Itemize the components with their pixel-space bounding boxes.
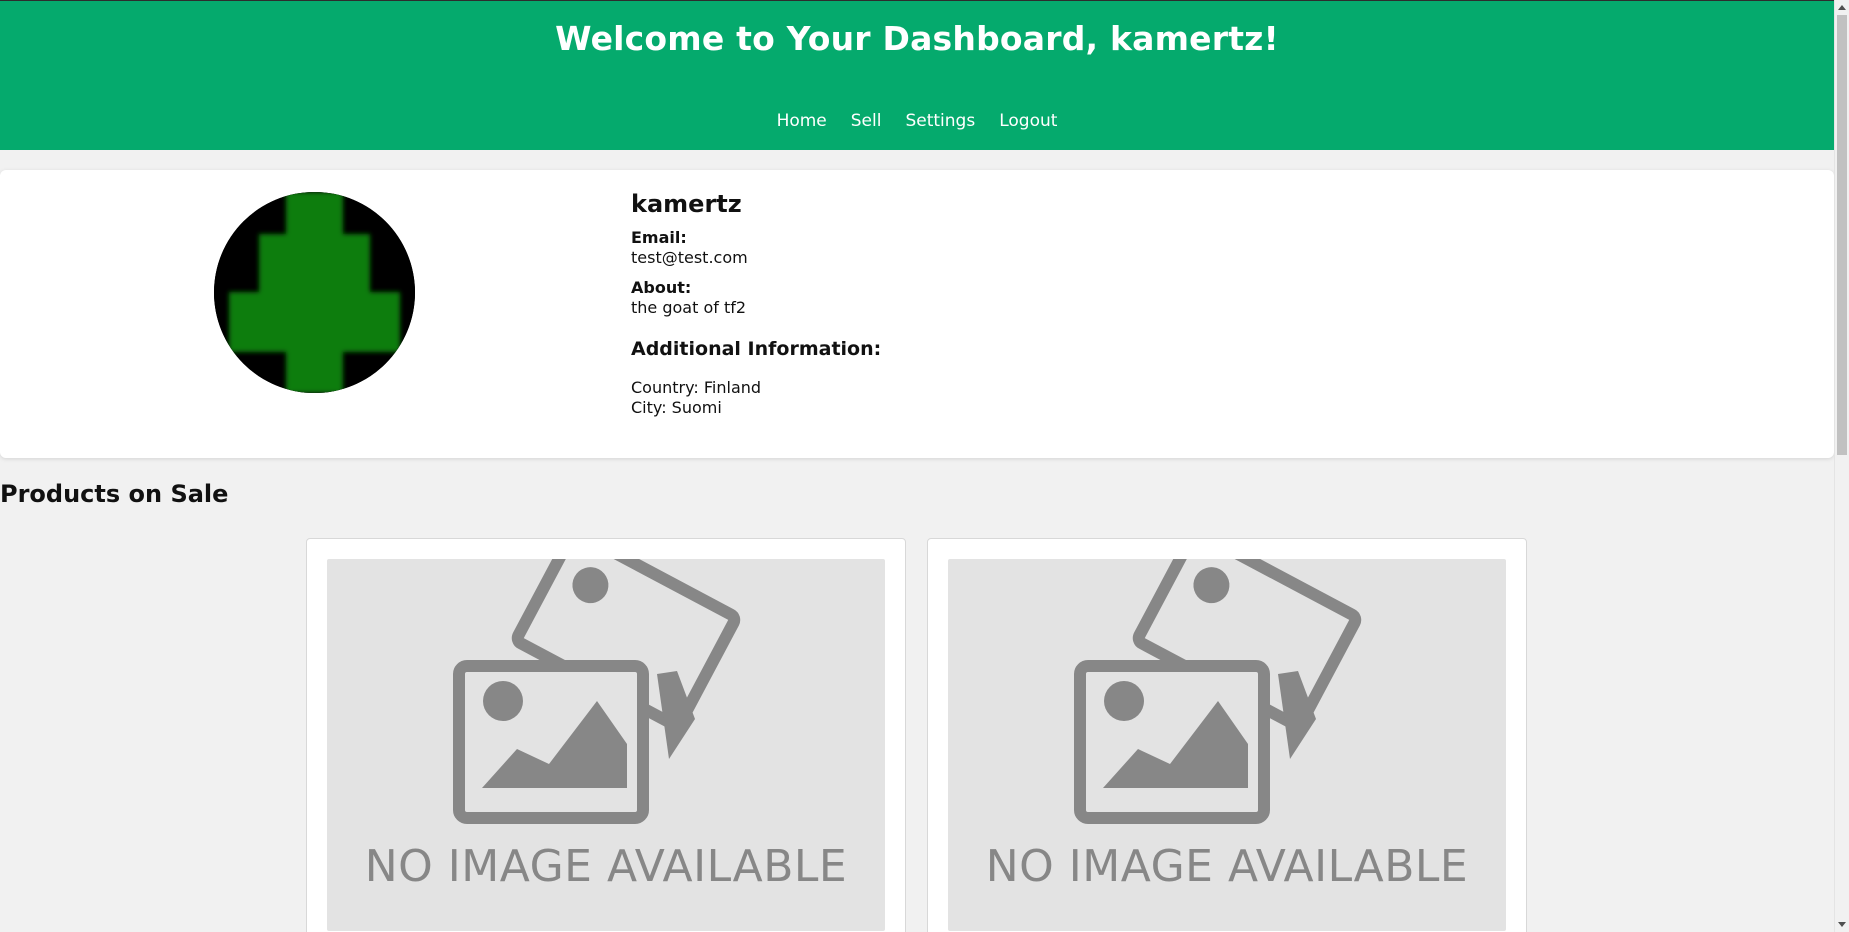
green-pixel-tree-avatar-icon [214,192,415,393]
email-value: test@test.com [631,248,748,267]
nav-logout-link[interactable]: Logout [999,111,1057,131]
country-line: Country: Finland [631,378,762,397]
product-image: NO IMAGE AVAILABLE [948,559,1506,931]
scroll-down-arrow-icon[interactable] [1838,922,1846,927]
city-line: City: Suomi [631,398,722,417]
scrollbar-thumb[interactable] [1837,15,1847,455]
profile-username: kamertz [631,190,742,218]
avatar [214,192,415,393]
nav-settings-link[interactable]: Settings [905,111,975,131]
profile-card: kamertz Email: test@test.com About: the … [0,170,1834,458]
nav-sell-link[interactable]: Sell [851,111,882,131]
product-card[interactable]: NO IMAGE AVAILABLE [306,538,906,932]
header: Welcome to Your Dashboard, kamertz! Home… [0,0,1834,150]
product-card[interactable]: NO IMAGE AVAILABLE [927,538,1527,932]
no-image-text: NO IMAGE AVAILABLE [365,841,847,892]
email-label: Email: [631,228,687,247]
page-title: Welcome to Your Dashboard, kamertz! [555,19,1279,58]
additional-info-title: Additional Information: [631,338,882,360]
about-label: About: [631,278,692,297]
profile-info: kamertz Email: test@test.com About: the … [631,190,1331,418]
no-image-placeholder-icon: NO IMAGE AVAILABLE [365,559,847,892]
products-section-title: Products on Sale [0,480,229,508]
main-nav: Home Sell Settings Logout [0,111,1834,131]
no-image-placeholder-icon: NO IMAGE AVAILABLE [986,559,1468,892]
vertical-scrollbar[interactable] [1834,0,1849,932]
scroll-up-arrow-icon[interactable] [1838,5,1846,10]
nav-home-link[interactable]: Home [777,111,827,131]
no-image-text: NO IMAGE AVAILABLE [986,841,1468,892]
page: Welcome to Your Dashboard, kamertz! Home… [0,0,1834,932]
product-image: NO IMAGE AVAILABLE [327,559,885,931]
about-value: the goat of tf2 [631,298,747,317]
